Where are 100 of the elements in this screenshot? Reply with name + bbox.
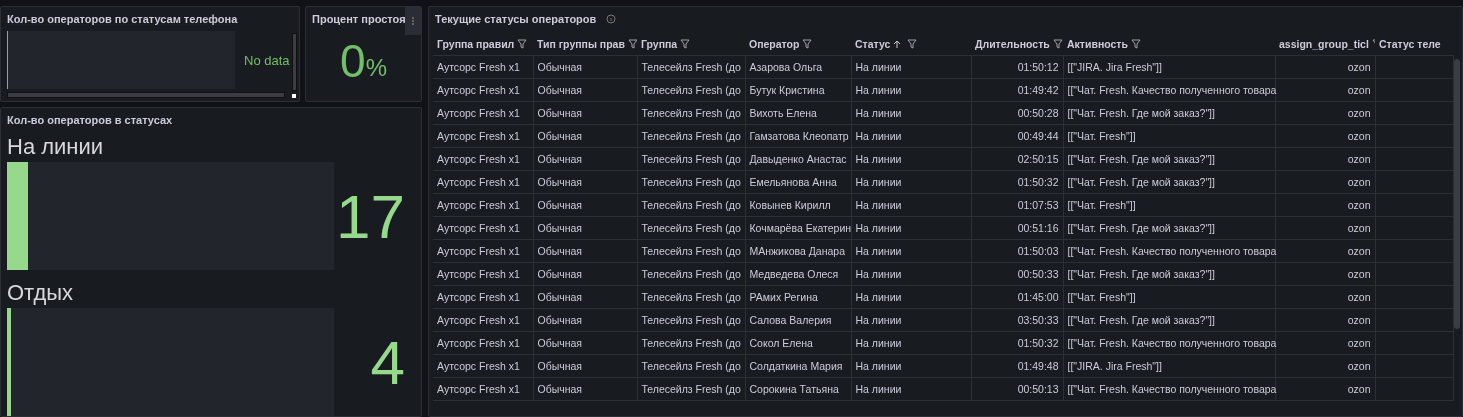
table-cell: Обычная [533,216,637,240]
table-cell: [["Чат. Fresh"]] [1063,285,1275,309]
table-cell: ozon [1275,308,1375,332]
table-cell: Аутсорс Fresh x1 [433,354,533,378]
table-cell: 00:50:28 [971,101,1063,125]
table-cell: Ковынев Кирилл [745,193,851,217]
horizontal-scrollbar[interactable] [7,92,285,98]
filter-icon[interactable] [680,39,691,49]
table-cell: [["Чат. Fresh"]] [1063,193,1275,217]
table-cell: На линии [851,147,971,171]
gauge-label: На линии [7,134,105,160]
filter-icon[interactable] [802,39,813,49]
table-cell: Телесейлз Fresh (до [637,262,745,286]
table-cell: Гамзатова Клеопатр [745,124,851,148]
column-header[interactable]: Длительность [971,33,1063,56]
stat-value: 0 [340,38,366,84]
table-cell: Обычная [533,308,637,332]
table-cell: 01:50:03 [971,239,1063,263]
table-cell: 01:49:42 [971,78,1063,102]
table-cell: Телесейлз Fresh (до [637,308,745,332]
table-cell: Аутсорс Fresh x1 [433,55,533,79]
table-cell: На линии [851,101,971,125]
table-cell: Обычная [533,193,637,217]
table-cell: Солдаткина Мария [745,354,851,378]
table-cell: ozon [1275,193,1375,217]
table-cell: Обычная [533,285,637,309]
table-cell: Обычная [533,354,637,378]
table-cell: 03:50:33 [971,308,1063,332]
table-cell: 00:50:33 [971,262,1063,286]
table-cell: Обычная [533,101,637,125]
table-cell: [["Чат. Fresh. Где мой заказ?"]] [1063,216,1275,240]
filter-icon[interactable] [907,39,918,49]
table-cell: 00:49:44 [971,124,1063,148]
table-cell: Давыденко Анастас [745,147,851,171]
column-header[interactable]: Статус [851,33,971,56]
table-cell: Обычная [533,124,637,148]
column-header[interactable]: Оператор [745,33,851,56]
table-cell: Телесейлз Fresh (до [637,377,745,401]
gauge-label: Отдых [7,280,75,306]
table-cell: 01:07:53 [971,193,1063,217]
table-cell: Сорокина Татьяна [745,377,851,401]
table-cell: Аутсорс Fresh x1 [433,331,533,355]
table-cell: МАнжикова Данара [745,239,851,263]
table-cell: Обычная [533,78,637,102]
table-cell: На линии [851,354,971,378]
column-header[interactable]: assign_group_ticl [1275,33,1375,56]
table-cell: 00:51:16 [971,216,1063,240]
corner-handle[interactable] [292,94,297,98]
table-cell: На линии [851,124,971,148]
table-cell: Кочмарёва Екатерин [745,216,851,240]
table-cell: На линии [851,78,971,102]
table-cell: Телесейлз Fresh (до [637,216,745,240]
table-cell: Аутсорс Fresh x1 [433,78,533,102]
column-header[interactable]: Тип группы прав [533,33,637,56]
table-cell: Телесейлз Fresh (до [637,354,745,378]
filter-icon[interactable] [627,39,637,49]
table-cell: ozon [1275,124,1375,148]
column-header[interactable]: Активность [1063,33,1275,56]
column-header[interactable]: Группа правил [433,33,533,56]
table-cell: ozon [1275,170,1375,194]
sort-up-icon[interactable] [893,39,902,49]
info-icon[interactable] [606,14,617,24]
table-cell: На линии [851,285,971,309]
stat-unit: % [365,54,387,82]
table-cell: Аутсорс Fresh x1 [433,377,533,401]
table-cell: На линии [851,377,971,401]
filter-icon[interactable] [517,39,528,49]
filter-icon[interactable] [1052,39,1063,49]
table-cell: Аутсорс Fresh x1 [433,216,533,240]
table-cell: [["JIRA. Jira Fresh"]] [1063,55,1275,79]
table-cell: На линии [851,55,971,79]
table-cell: [["Чат. Fresh"]] [1063,124,1275,148]
filter-icon[interactable] [1130,39,1141,49]
table-cell: Телесейлз Fresh (до [637,78,745,102]
gauge-value: 4 [369,326,406,398]
table-cell: Емельянова Анна [745,170,851,194]
table-cell: ozon [1275,331,1375,355]
table-cell: Вихоть Елена [745,101,851,125]
column-header[interactable]: Группа [637,33,745,56]
table-cell: На линии [851,262,971,286]
table-cell: Телесейлз Fresh (до [637,331,745,355]
table-cell: ozon [1275,55,1375,79]
gauge-value: 17 [335,180,406,252]
table-cell: Обычная [533,262,637,286]
column-header[interactable]: Статус теле [1375,33,1453,56]
table-cell: [["Чат. Fresh. Где мой заказ?"]] [1063,147,1275,171]
panel-title: Кол-во операторов в статусах [7,114,173,126]
table-cell: 00:50:13 [971,377,1063,401]
table-cell: Аутсорс Fresh x1 [433,239,533,263]
table-cell: Обычная [533,170,637,194]
table-cell: Аутсорс Fresh x1 [433,147,533,171]
table-cell: На линии [851,216,971,240]
table-cell: Телесейлз Fresh (до [637,285,745,309]
table-cell: 01:49:48 [971,354,1063,378]
vertical-scrollbar[interactable] [291,33,297,91]
vertical-scrollbar[interactable] [1454,59,1460,329]
table-cell: Аутсорс Fresh x1 [433,262,533,286]
table-cell: [["JIRA. Jira Fresh"]] [1063,354,1275,378]
table-cell: РАмих Регина [745,285,851,309]
table-cell: Обычная [533,239,637,263]
